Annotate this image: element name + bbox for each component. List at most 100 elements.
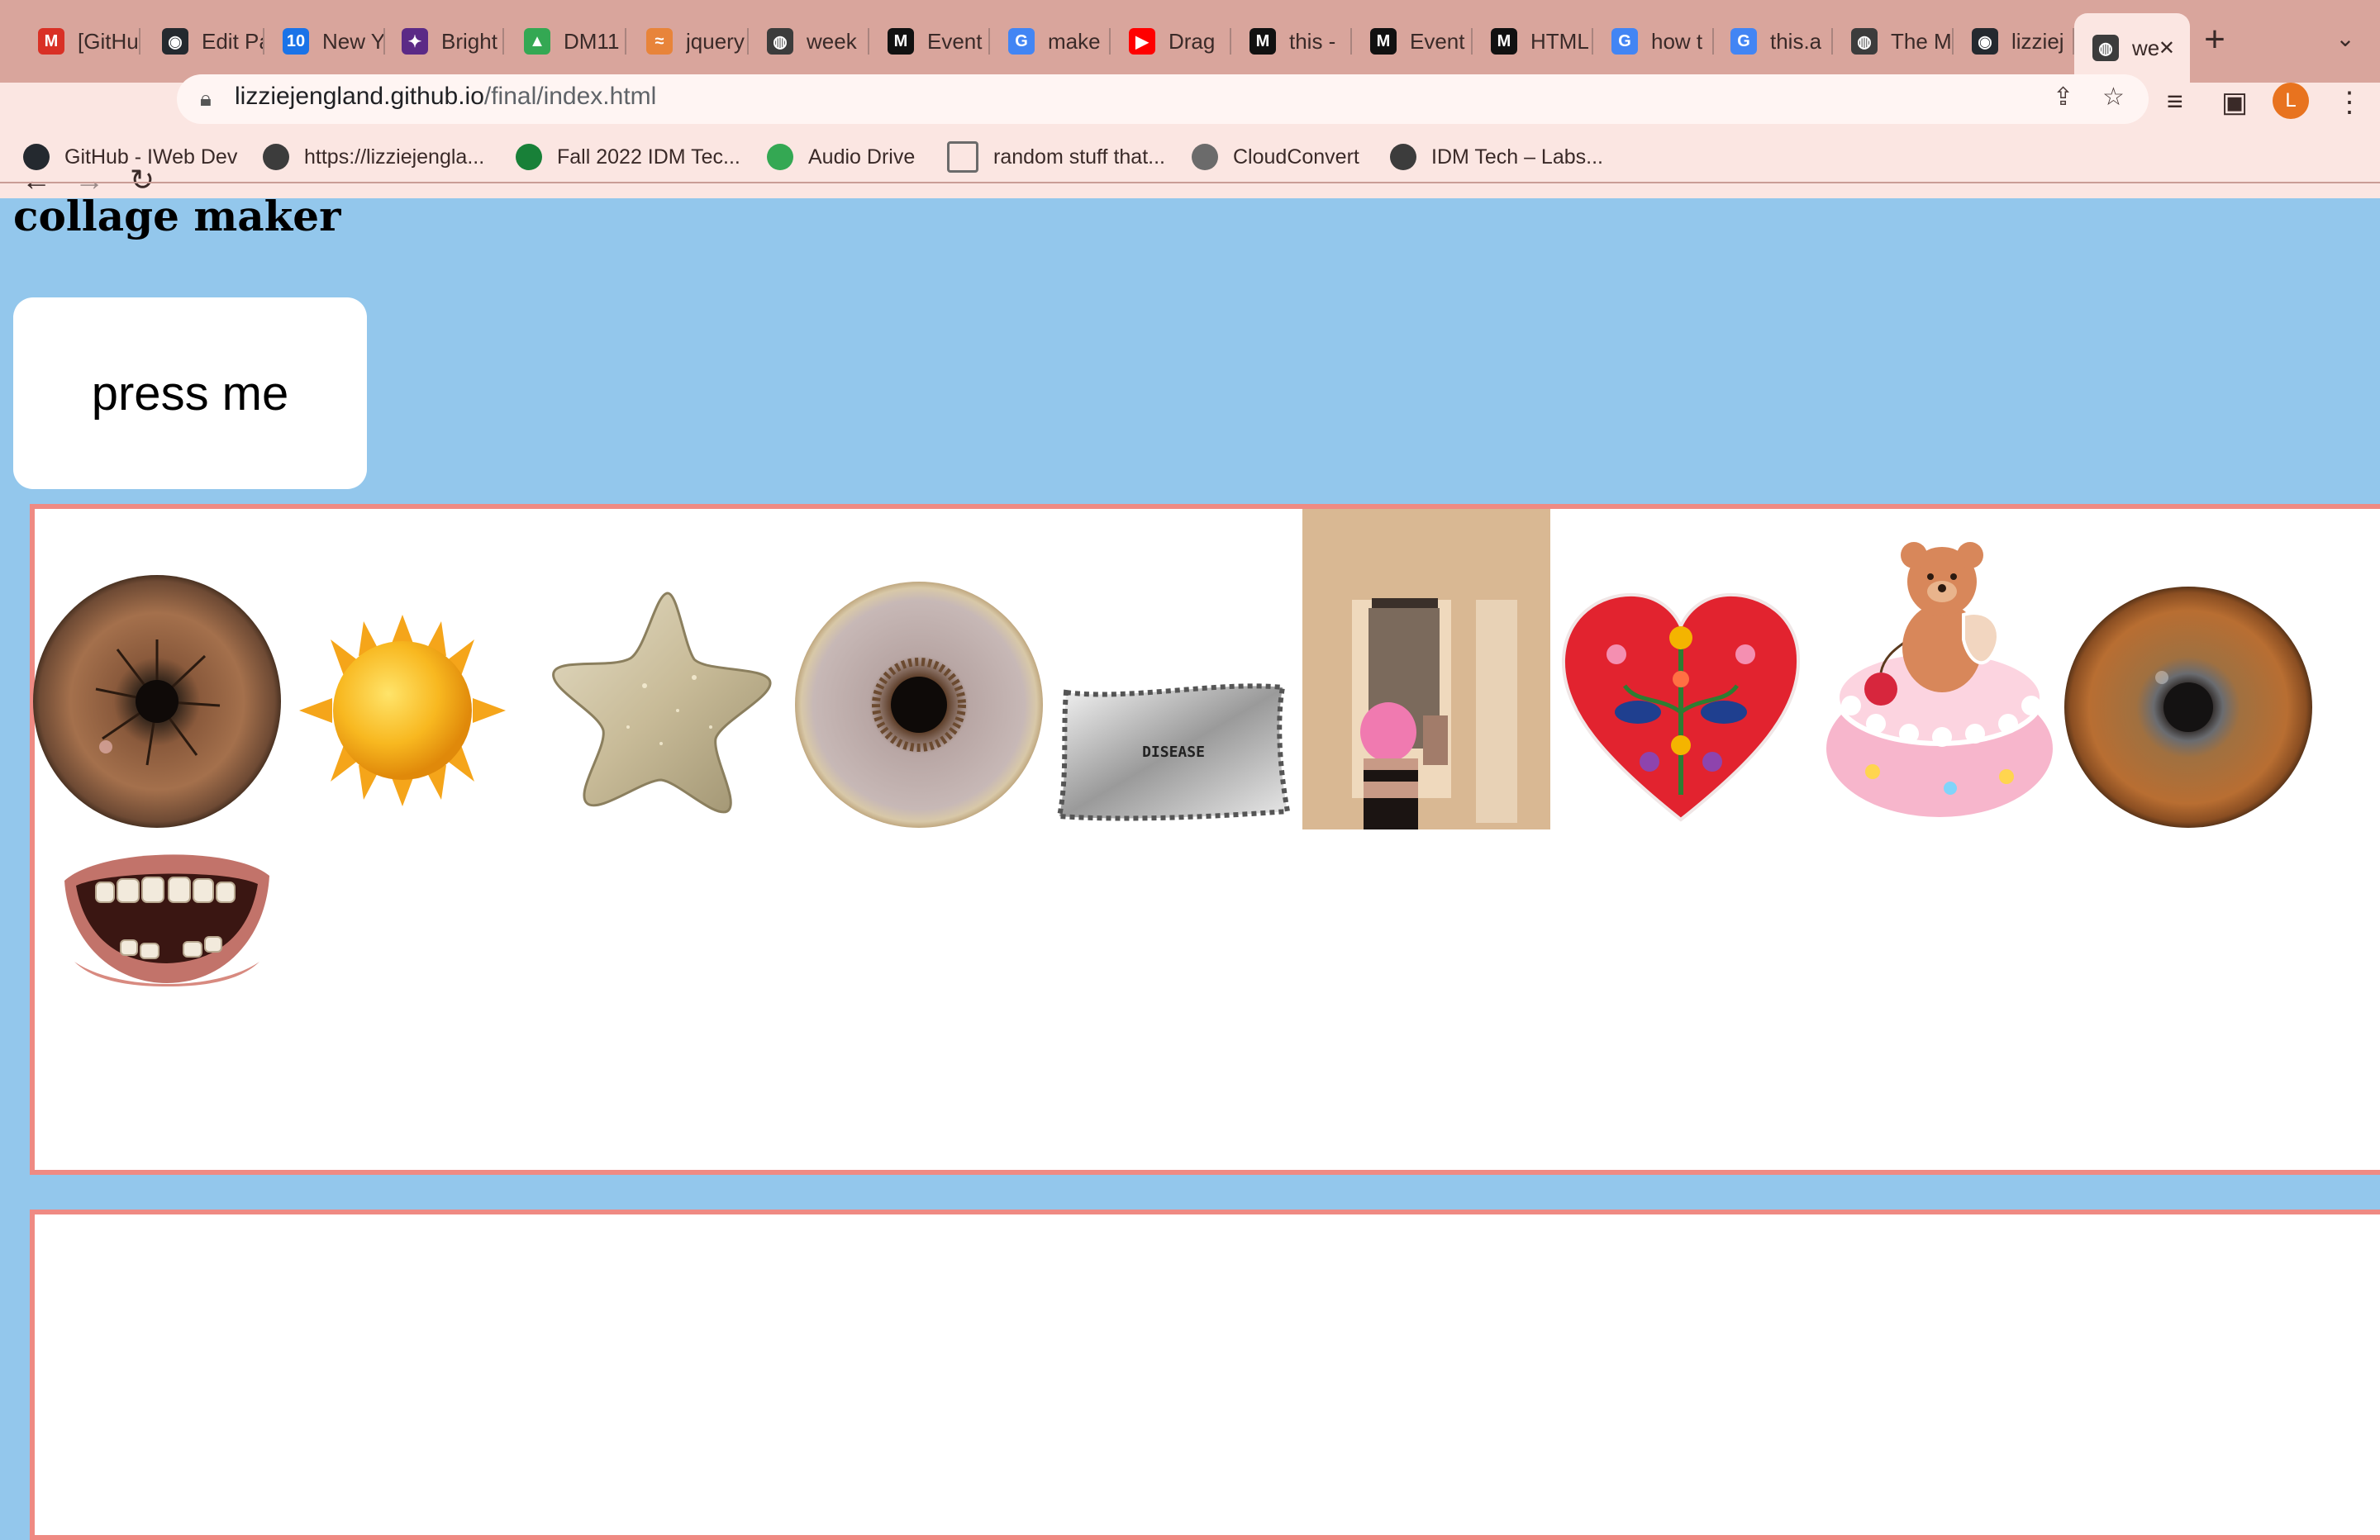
chrome-divider <box>0 182 2380 183</box>
bookmark-label: Fall 2022 IDM Tec... <box>557 145 740 169</box>
mdn-icon: M <box>1491 28 1517 55</box>
tab-11[interactable]: Mthis - <box>1231 15 1352 68</box>
menu-kebab-icon[interactable]: ⋮ <box>2335 86 2363 119</box>
bookmark-label: IDM Tech – Labs... <box>1431 145 1603 169</box>
tab-6[interactable]: ≈ jquery <box>628 15 749 68</box>
bookmark-6[interactable]: CloudConvert <box>1192 139 1359 175</box>
sheets-icon <box>516 144 542 170</box>
github-icon <box>23 144 50 170</box>
tab-5[interactable]: ▲ DM11 <box>506 15 626 68</box>
tab-separator <box>625 28 626 55</box>
mdn-icon: M <box>888 28 914 55</box>
folk-heart-sticker[interactable] <box>1559 588 1803 825</box>
tab-3[interactable]: 10 New Year <box>264 15 385 68</box>
drive-icon <box>767 144 793 170</box>
bookmark-2[interactable]: https://lizziejengla... <box>263 139 484 175</box>
pink-hair-photo-sticker[interactable] <box>1302 509 1550 829</box>
teddy-cake-sticker[interactable] <box>1818 532 2061 823</box>
eye-sticker-2[interactable] <box>793 580 1045 829</box>
tab-title: this - <box>1289 28 1336 54</box>
tab-title: this.a <box>1770 28 1822 54</box>
lock-icon[interactable]: 🔒︎ <box>200 86 212 112</box>
tab-title: Event <box>1410 28 1465 54</box>
tab-title: Drag <box>1169 28 1216 54</box>
tab-12[interactable]: M Event <box>1352 15 1473 68</box>
tab-title: how t <box>1651 28 1703 54</box>
pillow-text: DISEASE <box>1142 744 1205 761</box>
github-icon: ◉ <box>1972 28 1998 55</box>
tab-7[interactable]: ◍ week <box>749 15 869 68</box>
eye-sticker-1[interactable] <box>31 573 283 829</box>
second-collage-area[interactable] <box>30 1210 2380 1540</box>
tab-4[interactable]: ✦ Bright <box>383 15 504 68</box>
google-icon: G <box>1611 28 1638 55</box>
google-icon: G <box>1730 28 1757 55</box>
google-icon: G <box>1008 28 1035 55</box>
github-icon: ◉ <box>162 28 188 55</box>
tab-8[interactable]: M Event <box>869 15 990 68</box>
mouth-sticker[interactable] <box>60 838 274 986</box>
tab-17[interactable]: ◉ lizziej <box>1954 15 2074 68</box>
tab-search-chevron-icon[interactable]: ⌄ <box>2329 25 2362 58</box>
calendar-icon: 10 <box>283 28 309 55</box>
tab-16[interactable]: ◍ The M <box>1833 15 1954 68</box>
mdn-icon: M <box>1250 28 1276 55</box>
star-sticker[interactable] <box>545 587 775 816</box>
sun-sticker[interactable] <box>299 615 506 806</box>
tab-title: Bright <box>441 28 497 54</box>
tab-title: Event <box>927 28 983 54</box>
url-text[interactable]: lizziejengland.github.io/final/index.htm… <box>235 83 656 111</box>
tab-strip: M [GitHub] ◉ Edit Page 10 New Year ✦ Bright ▲ DM1… <box>0 0 2380 83</box>
address-bar[interactable]: 🔒︎ lizziejengland.github.io/final/index.… <box>177 74 2149 124</box>
bookmark-label: GitHub - IWeb Dev <box>64 145 238 169</box>
bookmark-1[interactable]: GitHub - IWeb Dev <box>23 139 237 175</box>
tab-title: make <box>1048 28 1101 54</box>
tab-title: The M <box>1891 28 1952 54</box>
tab-title: New Year <box>322 28 385 54</box>
disease-pillow-sticker[interactable]: DISEASE <box>1054 676 1292 825</box>
tab-18[interactable]: ◍ we ✕ <box>2074 13 2190 83</box>
url-path: /final/index.html <box>483 83 657 110</box>
tab-2[interactable]: ◉ Edit Page <box>144 15 264 68</box>
eye-sticker-3[interactable] <box>2063 585 2314 829</box>
bookmarks-bar: GitHub - IWeb Dev https://lizziejengla...… <box>0 129 2380 183</box>
globe-icon: ◍ <box>2092 35 2119 61</box>
bright-icon: ✦ <box>402 28 428 55</box>
share-icon[interactable]: ⇪ <box>2053 83 2073 112</box>
tab-separator <box>139 28 140 55</box>
close-tab-icon[interactable]: ✕ <box>2159 36 2175 60</box>
globe-icon <box>263 144 289 170</box>
tab-10[interactable]: ▶ Drag <box>1111 15 1231 68</box>
bookmark-5[interactable]: random stuff that... <box>947 139 1165 175</box>
bookmark-label: random stuff that... <box>993 145 1165 169</box>
tab-title: Edit Page <box>202 28 264 54</box>
page-title: collage maker <box>13 192 341 240</box>
tab-1[interactable]: M [GitHub] <box>20 15 140 68</box>
press-me-button[interactable]: press me <box>13 297 367 489</box>
tab-title: we <box>2132 35 2159 60</box>
tab-title: week <box>807 28 857 54</box>
url-host: lizziejengland.github.io <box>235 83 484 110</box>
bookmark-4[interactable]: Audio Drive <box>767 139 915 175</box>
cloud-icon <box>1192 144 1218 170</box>
new-tab-button[interactable]: + <box>2195 21 2235 61</box>
bookmark-label: Audio Drive <box>808 145 916 169</box>
folder-icon <box>947 141 978 173</box>
side-panel-icon[interactable]: ▣ <box>2221 86 2248 119</box>
media-controls-icon[interactable]: ≡ <box>2167 86 2183 118</box>
drive-icon: ▲ <box>524 28 550 55</box>
bookmark-7[interactable]: IDM Tech – Labs... <box>1390 139 1603 175</box>
bookmark-3[interactable]: Fall 2022 IDM Tec... <box>516 139 740 175</box>
tab-14[interactable]: Ghow t <box>1593 15 1714 68</box>
mdn-icon: M <box>1370 28 1397 55</box>
tab-15[interactable]: Gthis.a <box>1712 15 1833 68</box>
bookmark-label: https://lizziejengla... <box>304 145 485 169</box>
tab-title: HTML <box>1530 28 1589 54</box>
jquery-icon: ≈ <box>646 28 673 55</box>
tab-title: DM11 <box>564 28 620 54</box>
bookmark-star-icon[interactable]: ☆ <box>2102 83 2125 112</box>
youtube-icon: ▶ <box>1129 28 1155 55</box>
tab-9[interactable]: Gmake <box>990 15 1111 68</box>
profile-avatar[interactable]: L <box>2273 83 2309 119</box>
tab-13[interactable]: M HTML <box>1473 15 1593 68</box>
